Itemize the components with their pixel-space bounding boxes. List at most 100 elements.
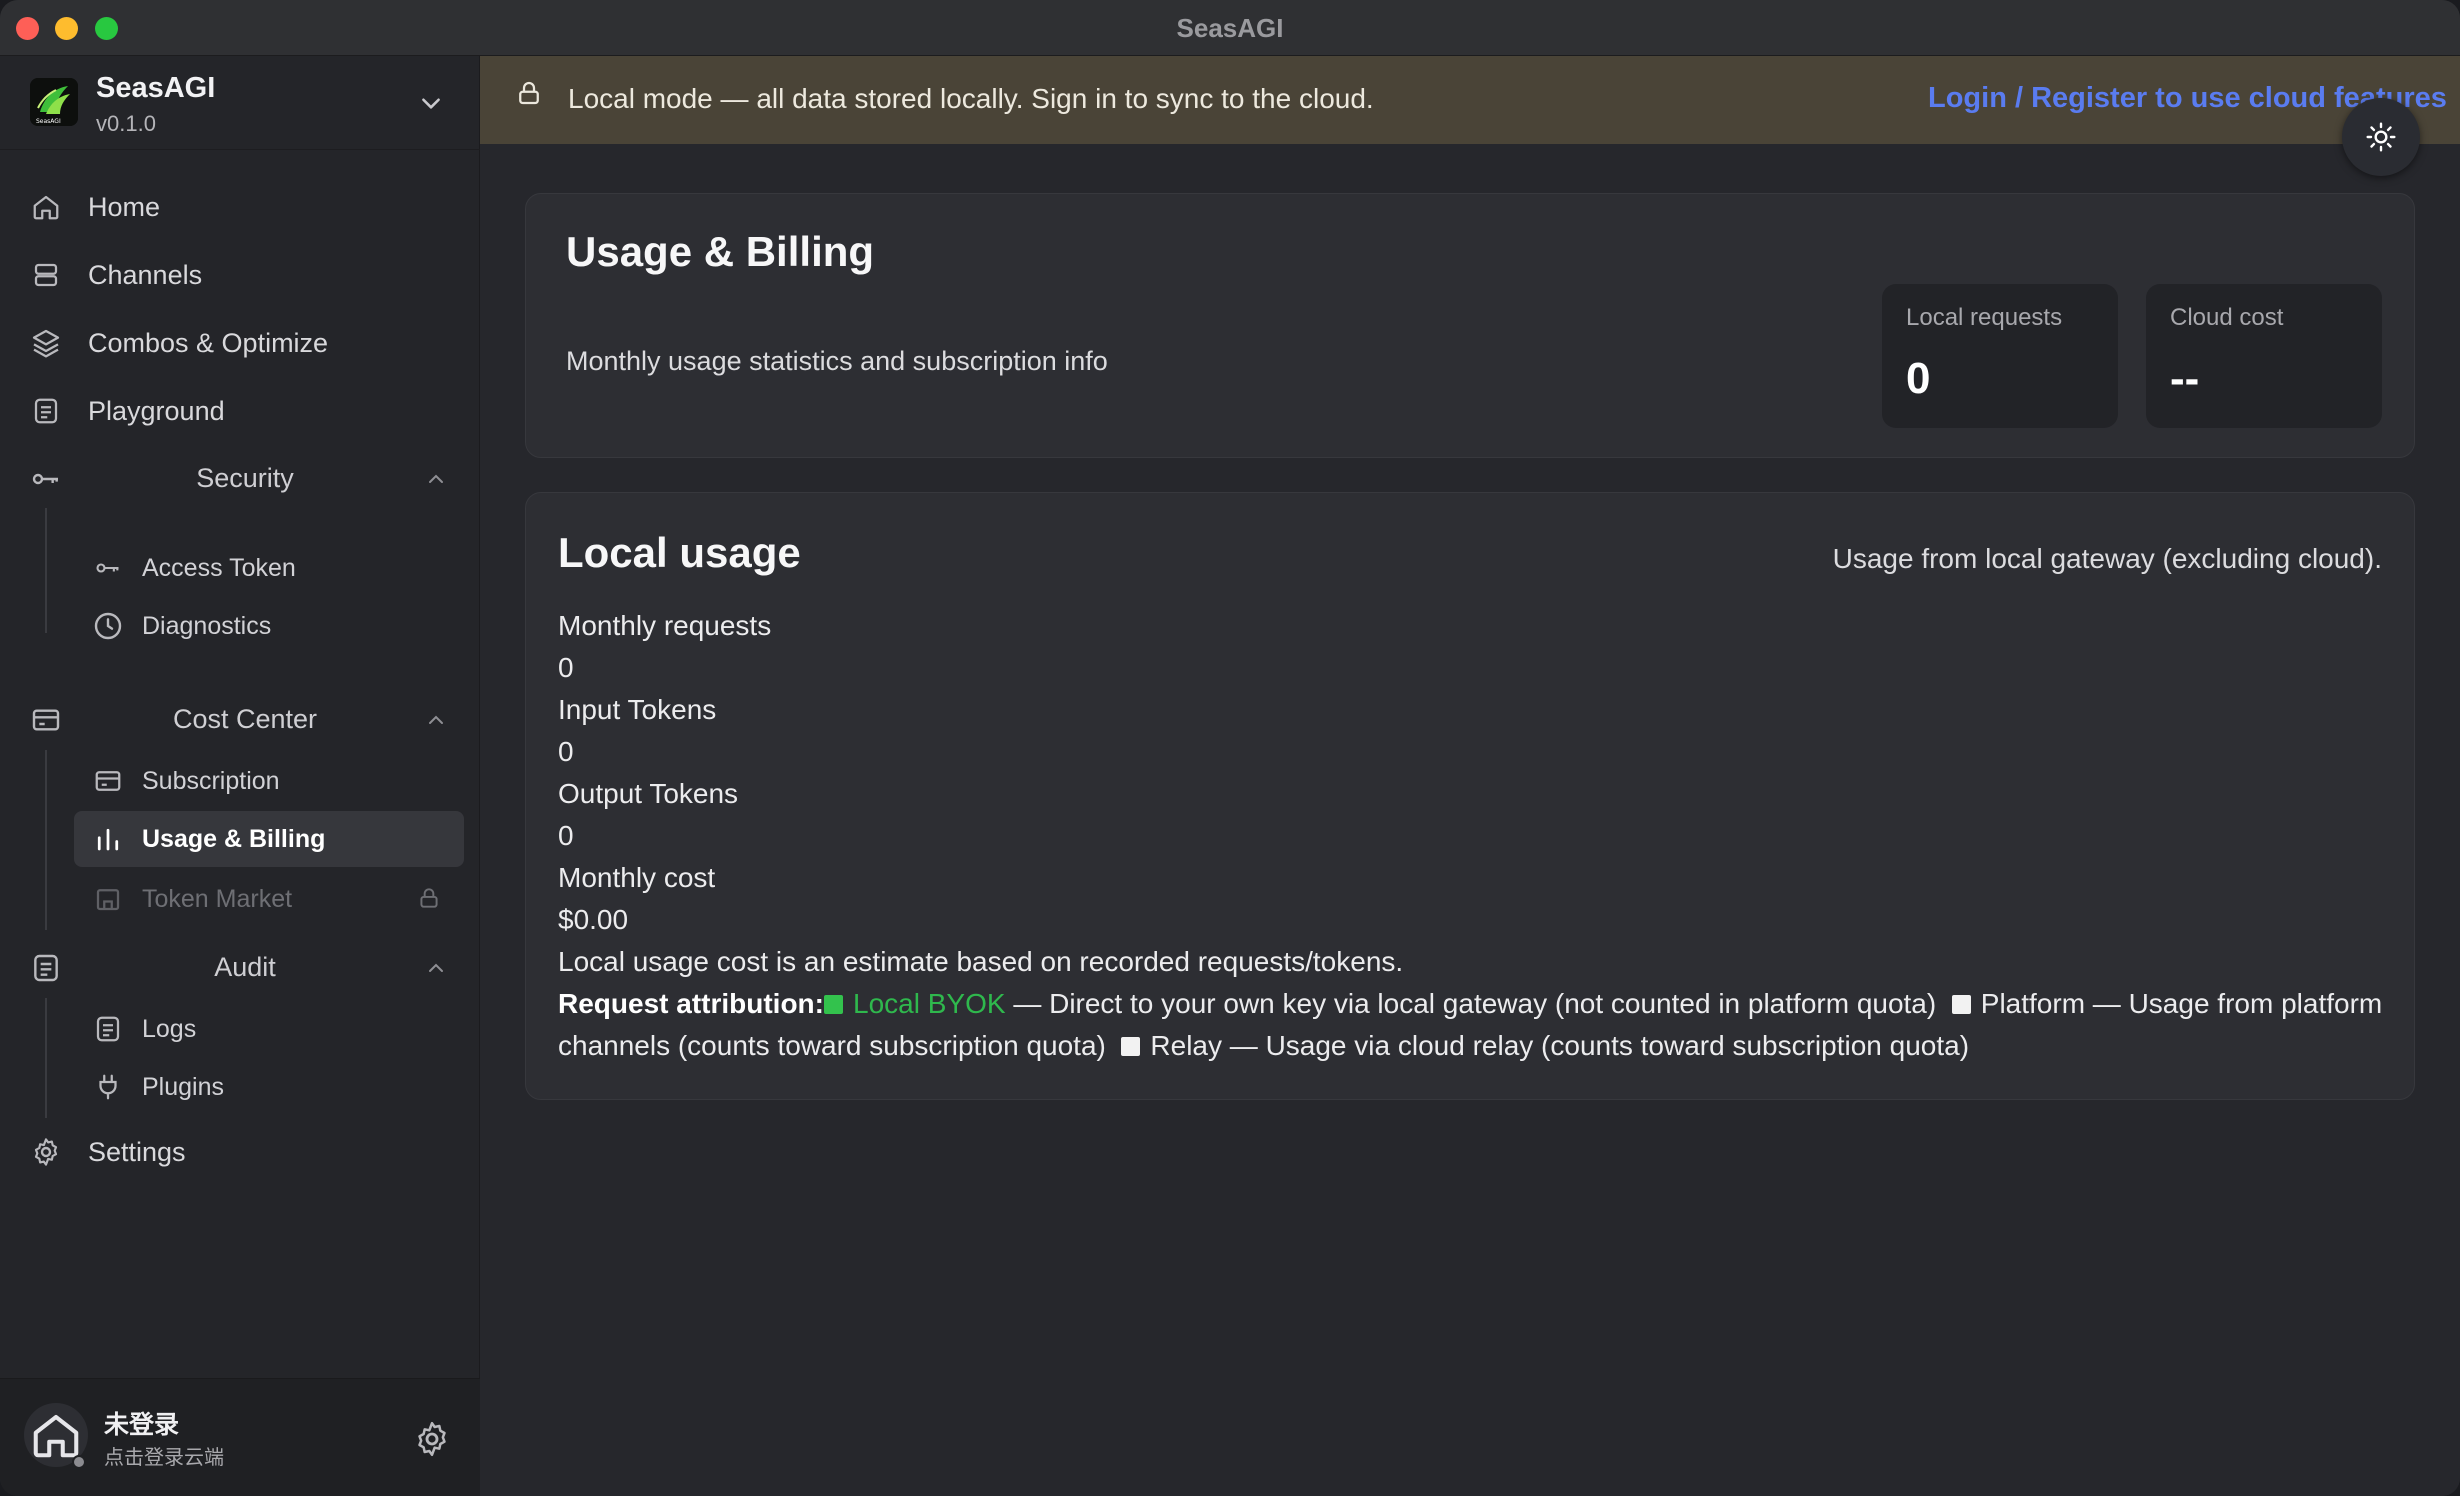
- page-subtitle: Monthly usage statistics and subscriptio…: [566, 346, 1108, 376]
- chevron-down-icon[interactable]: [418, 90, 444, 116]
- app-window: SeasAGI SeasAGI SeasAGI v0.1.0 Home Chan…: [0, 0, 2460, 1496]
- tree-guide-line: [45, 998, 47, 1118]
- tree-guide-line: [45, 508, 47, 633]
- input-tokens-label: Input Tokens: [558, 694, 717, 725]
- tree-guide-line: [45, 750, 47, 930]
- server-icon: [30, 259, 62, 291]
- nav-group-audit-label: Audit: [214, 952, 276, 982]
- nav-subscription-label: Subscription: [142, 766, 280, 795]
- document-icon: [30, 395, 62, 427]
- workspace-switcher[interactable]: SeasAGI SeasAGI v0.1.0: [0, 56, 480, 150]
- bar-chart-icon: [92, 823, 124, 855]
- lock-icon: [519, 81, 539, 105]
- nav-usage-billing-label: Usage & Billing: [142, 824, 326, 853]
- chevron-up-icon: [429, 474, 443, 483]
- monthly-requests-value: 0: [558, 652, 574, 683]
- stat-cloud-cost: Cloud cost --: [2146, 284, 2382, 428]
- local-mode-banner: Local mode — all data stored locally. Si…: [480, 56, 2460, 144]
- nav-subscription[interactable]: Subscription: [74, 753, 464, 809]
- nav-channels[interactable]: Channels: [30, 251, 202, 299]
- nav-group-security-label: Security: [196, 463, 294, 493]
- platform-swatch: [1951, 995, 1971, 1014]
- credit-card-icon: [92, 765, 124, 797]
- chevron-up-icon: [429, 963, 443, 972]
- nav-home-label: Home: [88, 191, 161, 222]
- nav-group-cost-center[interactable]: Cost Center: [30, 696, 450, 744]
- relay-description: Relay — Usage via cloud relay (counts to…: [1150, 1030, 1970, 1061]
- nav-diagnostics[interactable]: Diagnostics: [74, 598, 464, 654]
- output-tokens-value: 0: [558, 820, 574, 851]
- cost-estimate-note: Local usage cost is an estimate based on…: [558, 946, 1404, 977]
- nav-combos-label: Combos & Optimize: [88, 327, 329, 358]
- nav-usage-billing[interactable]: Usage & Billing: [74, 811, 464, 867]
- theme-toggle-button[interactable]: [2342, 98, 2420, 176]
- byok-description: — Direct to your own key via local gatew…: [1013, 988, 1937, 1019]
- main-content: Local mode — all data stored locally. Si…: [480, 56, 2460, 1496]
- nav-token-market-label: Token Market: [142, 884, 293, 913]
- nav-playground[interactable]: Playground: [30, 387, 225, 435]
- nav-logs[interactable]: Logs: [74, 1001, 464, 1057]
- nav-plugins[interactable]: Plugins: [74, 1059, 464, 1115]
- user-panel[interactable]: 未登录 点击登录云端: [0, 1378, 480, 1496]
- home-icon: [30, 191, 62, 223]
- window-title: SeasAGI: [1176, 13, 1284, 43]
- attribution-label: Request attribution:: [558, 988, 824, 1019]
- nav-access-token[interactable]: Access Token: [74, 540, 464, 596]
- document-icon: [92, 1013, 124, 1045]
- store-icon: [92, 883, 124, 915]
- monthly-requests-label: Monthly requests: [558, 610, 772, 641]
- logo-wordmark: SeasAGI: [36, 118, 61, 125]
- nav-token-market: Token Market: [74, 871, 464, 927]
- chevron-up-icon: [429, 715, 443, 724]
- status-dot: [72, 1455, 86, 1469]
- output-tokens-label: Output Tokens: [558, 778, 739, 809]
- monthly-cost-label: Monthly cost: [558, 862, 716, 893]
- home-avatar-icon: [33, 1414, 79, 1458]
- nav-logs-label: Logs: [142, 1014, 197, 1043]
- billing-summary-card: Usage & Billing Monthly usage statistics…: [525, 193, 2415, 458]
- usage-metrics-list: Monthly requests 0 Input Tokens 0 Output…: [558, 605, 2388, 983]
- title-bar: SeasAGI: [0, 0, 2460, 56]
- stat-value: --: [2170, 354, 2200, 403]
- app-name: SeasAGI: [96, 72, 216, 104]
- monthly-cost-value: $0.00: [558, 904, 629, 935]
- nav-group-audit[interactable]: Audit: [30, 944, 450, 992]
- plug-icon: [92, 1071, 124, 1103]
- clock-icon: [92, 610, 124, 642]
- gear-icon[interactable]: [412, 1419, 452, 1459]
- local-usage-title: Local usage: [558, 529, 801, 576]
- user-name: 未登录: [104, 1410, 180, 1439]
- user-login-hint[interactable]: 点击登录云端: [104, 1441, 224, 1470]
- nav-settings-label: Settings: [88, 1136, 186, 1167]
- nav-diagnostics-label: Diagnostics: [142, 611, 272, 640]
- nav-combos[interactable]: Combos & Optimize: [30, 319, 328, 367]
- app-version: v0.1.0: [96, 111, 156, 136]
- nav-playground-label: Playground: [88, 395, 225, 426]
- nav-channels-label: Channels: [88, 259, 203, 290]
- lock-icon: [420, 888, 438, 908]
- sun-icon: [2366, 122, 2396, 152]
- byok-swatch: [824, 995, 843, 1014]
- nav-group-security[interactable]: Security: [30, 455, 450, 503]
- relay-swatch: [1121, 1037, 1141, 1056]
- stat-label: Local requests: [1906, 304, 2063, 331]
- byok-name: Local BYOK: [853, 988, 1006, 1019]
- nav-plugins-label: Plugins: [142, 1072, 224, 1101]
- stat-value: 0: [1906, 354, 1931, 403]
- layers-icon: [30, 327, 62, 359]
- nav-settings[interactable]: Settings: [30, 1128, 186, 1176]
- local-usage-card: Local usage Usage from local gateway (ex…: [525, 492, 2415, 1100]
- app-logo-icon: SeasAGI: [30, 78, 78, 126]
- request-attribution-legend: Request attribution: Local BYOK — Direct …: [558, 983, 2388, 1067]
- page-title: Usage & Billing: [566, 228, 875, 275]
- stat-local-requests: Local requests 0: [1882, 284, 2118, 428]
- banner-text: Local mode — all data stored locally. Si…: [568, 83, 1374, 114]
- gear-icon: [30, 1136, 62, 1168]
- sidebar: SeasAGI SeasAGI v0.1.0 Home Channels Com…: [0, 56, 480, 1496]
- input-tokens-value: 0: [558, 736, 574, 767]
- nav-access-token-label: Access Token: [142, 553, 296, 582]
- local-usage-description: Usage from local gateway (excluding clou…: [1832, 543, 2382, 574]
- stat-label: Cloud cost: [2170, 304, 2284, 331]
- nav-home[interactable]: Home: [30, 183, 160, 231]
- nav-group-cost-center-label: Cost Center: [172, 704, 318, 734]
